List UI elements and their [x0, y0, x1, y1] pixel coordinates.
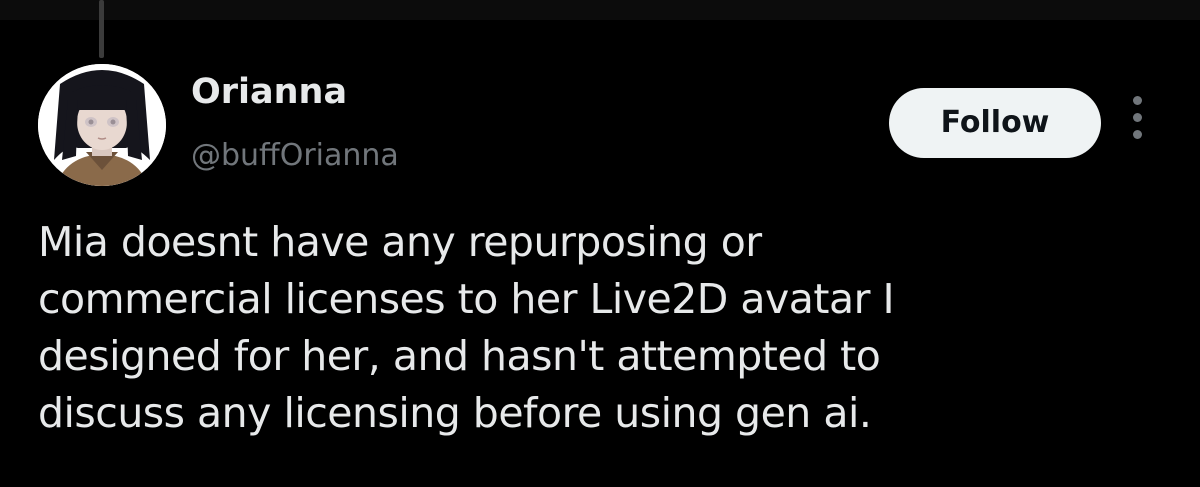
thread-connector-line	[99, 0, 104, 58]
author-handle[interactable]: @buffOrianna	[191, 136, 399, 176]
avatar[interactable]	[38, 64, 166, 186]
tweet-text-line: discuss any licensing before using gen a…	[38, 389, 872, 437]
follow-button[interactable]: Follow	[889, 88, 1101, 158]
tweet-text: Mia doesnt have any repurposing or comme…	[38, 214, 1168, 442]
more-dot	[1132, 113, 1142, 122]
author-display-name[interactable]: Orianna	[191, 70, 347, 114]
top-strip	[0, 0, 1200, 20]
more-vertical-icon[interactable]	[1125, 96, 1149, 148]
tweet-text-line: Mia doesnt have any repurposing or	[38, 218, 762, 266]
more-dot	[1132, 130, 1142, 139]
more-dot	[1132, 96, 1142, 105]
tweet-text-line: commercial licenses to her Live2D avatar…	[38, 275, 895, 323]
avatar-illustration	[38, 64, 166, 186]
tweet-text-line: designed for her, and hasn't attempted t…	[38, 332, 881, 380]
